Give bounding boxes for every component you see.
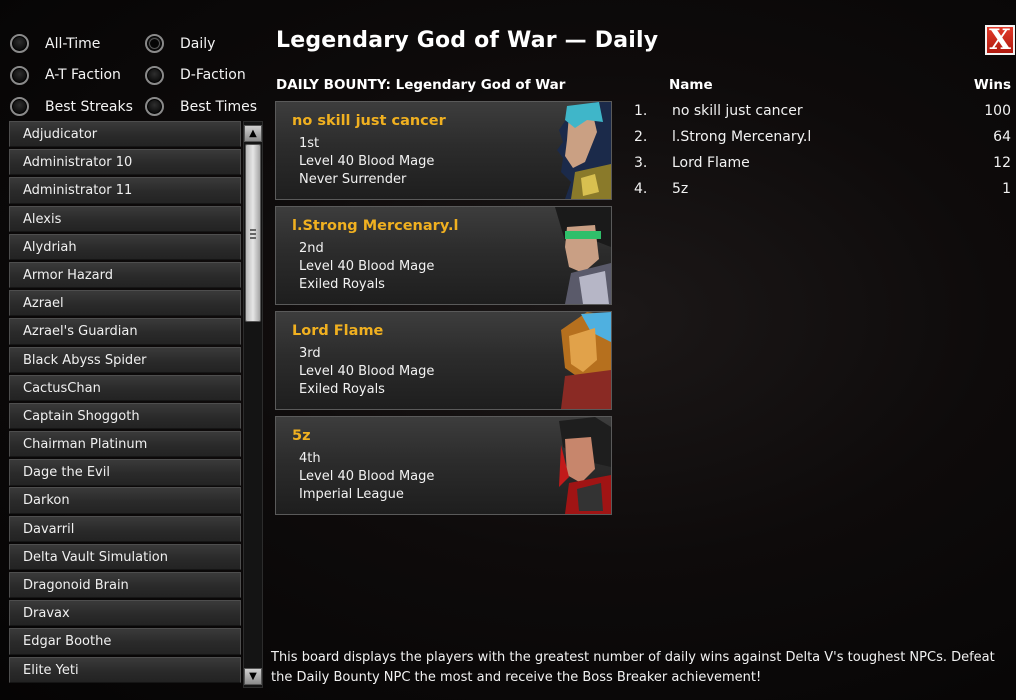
- player-portrait-icon: [557, 102, 611, 199]
- player-portrait-icon: [561, 312, 611, 409]
- radio-icon: [10, 65, 29, 85]
- player-name: l.Strong Mercenary.l: [292, 218, 459, 234]
- bounty-card[interactable]: l.Strong Mercenary.l 2nd Level 40 Blood …: [275, 206, 612, 305]
- player-level: Level 40 Blood Mage: [299, 364, 435, 379]
- npc-list-item[interactable]: Delta Vault Simulation: [9, 543, 241, 571]
- leaderboard-filters: All-Time Daily A-T Faction D-Faction Bes…: [8, 28, 266, 123]
- bounty-card[interactable]: 5z 4th Level 40 Blood Mage Imperial Leag…: [275, 416, 612, 515]
- player-level: Level 40 Blood Mage: [299, 259, 435, 274]
- npc-list-item[interactable]: CactusChan: [9, 374, 241, 401]
- row-rank: 4.: [634, 181, 648, 197]
- player-name: 5z: [292, 428, 311, 444]
- column-header-wins: Wins: [973, 77, 1011, 93]
- npc-list-item[interactable]: Dage the Evil: [9, 459, 241, 486]
- npc-list-item[interactable]: Dravax: [9, 600, 241, 627]
- player-faction: Exiled Royals: [299, 277, 385, 292]
- filter-best-streaks[interactable]: Best Streaks: [8, 97, 145, 117]
- player-name: Lord Flame: [292, 323, 384, 339]
- npc-list-item[interactable]: Alexis: [9, 205, 241, 232]
- player-faction: Imperial League: [299, 487, 404, 502]
- radio-icon: [10, 97, 29, 117]
- filter-daily[interactable]: Daily: [145, 34, 266, 54]
- leaderboard-row[interactable]: 2. l.Strong Mercenary.l 64: [634, 125, 1012, 151]
- filter-label: D-Faction: [180, 67, 246, 84]
- column-header-name: Name: [669, 77, 713, 93]
- filter-d-faction[interactable]: D-Faction: [145, 65, 266, 85]
- row-wins: 100: [984, 103, 1011, 119]
- bounty-card[interactable]: Lord Flame 3rd Level 40 Blood Mage Exile…: [275, 311, 612, 410]
- player-level: Level 40 Blood Mage: [299, 469, 435, 484]
- player-place: 3rd: [299, 346, 321, 361]
- scroll-up-arrow-icon[interactable]: ▲: [244, 125, 262, 142]
- radio-icon: [145, 65, 164, 85]
- row-rank: 3.: [634, 155, 648, 171]
- radio-selected-icon: [145, 34, 164, 54]
- filter-label: Best Streaks: [45, 98, 133, 115]
- npc-list-item[interactable]: Armor Hazard: [9, 261, 241, 289]
- player-portrait-icon: [555, 207, 611, 304]
- page-title: Legendary God of War — Daily: [276, 28, 659, 53]
- close-icon[interactable]: X: [985, 25, 1015, 55]
- player-faction: Never Surrender: [299, 172, 407, 187]
- bounty-header: DAILY BOUNTY: Legendary God of War: [276, 77, 566, 93]
- npc-list-item[interactable]: Elite Yeti: [9, 656, 241, 683]
- leaderboard-header: Name Wins: [634, 77, 1012, 99]
- npc-list-item[interactable]: Dragonoid Brain: [9, 572, 241, 599]
- filter-label: All-Time: [45, 35, 101, 52]
- npc-list-item[interactable]: Administrator 11: [9, 177, 241, 204]
- leaderboard-row[interactable]: 3. Lord Flame 12: [634, 151, 1012, 177]
- filter-label: Daily: [180, 35, 216, 52]
- player-portrait-icon: [559, 417, 611, 514]
- grip-icon: [250, 229, 256, 239]
- bounty-cards: no skill just cancer 1st Level 40 Blood …: [275, 101, 612, 521]
- row-wins: 12: [993, 155, 1011, 171]
- filter-at-faction[interactable]: A-T Faction: [8, 65, 145, 85]
- npc-list-item[interactable]: Alydriah: [9, 233, 241, 261]
- npc-list-item[interactable]: Captain Shoggoth: [9, 402, 241, 430]
- npc-list-item[interactable]: Adjudicator: [9, 121, 241, 148]
- leaderboard-row[interactable]: 4. 5z 1: [634, 177, 1012, 203]
- filter-all-time[interactable]: All-Time: [8, 34, 145, 54]
- player-place: 1st: [299, 136, 320, 151]
- player-place: 2nd: [299, 241, 324, 256]
- npc-list: Adjudicator Administrator 10 Administrat…: [9, 121, 241, 687]
- player-name: no skill just cancer: [292, 113, 446, 129]
- filter-label: A-T Faction: [45, 67, 121, 84]
- npc-list-item[interactable]: Davarril: [9, 515, 241, 542]
- player-level: Level 40 Blood Mage: [299, 154, 435, 169]
- row-wins: 1: [1002, 181, 1011, 197]
- npc-list-item[interactable]: Azrael: [9, 290, 241, 317]
- row-player-name: Lord Flame: [672, 155, 750, 171]
- radio-icon: [145, 97, 164, 117]
- row-player-name: no skill just cancer: [672, 103, 803, 119]
- scroll-down-arrow-icon[interactable]: ▼: [244, 668, 262, 685]
- radio-icon: [10, 34, 29, 54]
- board-description: This board displays the players with the…: [271, 650, 995, 685]
- leaderboard: Name Wins 1. no skill just cancer 100 2.…: [634, 77, 1012, 203]
- player-faction: Exiled Royals: [299, 382, 385, 397]
- npc-list-item[interactable]: Darkon: [9, 487, 241, 514]
- leaderboard-row[interactable]: 1. no skill just cancer 100: [634, 99, 1012, 125]
- player-place: 4th: [299, 451, 321, 466]
- row-player-name: l.Strong Mercenary.l: [672, 129, 812, 145]
- filter-best-times[interactable]: Best Times: [145, 97, 266, 117]
- filter-label: Best Times: [180, 98, 258, 115]
- npc-list-scrollbar[interactable]: ▲ ▼: [243, 121, 263, 688]
- npc-list-item[interactable]: Edgar Boothe: [9, 628, 241, 655]
- bounty-card[interactable]: no skill just cancer 1st Level 40 Blood …: [275, 101, 612, 200]
- npc-list-item[interactable]: Administrator 10: [9, 149, 241, 176]
- scroll-thumb[interactable]: [245, 144, 261, 322]
- row-rank: 2.: [634, 129, 648, 145]
- row-player-name: 5z: [672, 181, 689, 197]
- row-wins: 64: [993, 129, 1011, 145]
- npc-list-item[interactable]: Black Abyss Spider: [9, 346, 241, 373]
- npc-list-item[interactable]: Chairman Platinum: [9, 431, 241, 458]
- npc-list-item[interactable]: Azrael's Guardian: [9, 318, 241, 345]
- row-rank: 1.: [634, 103, 648, 119]
